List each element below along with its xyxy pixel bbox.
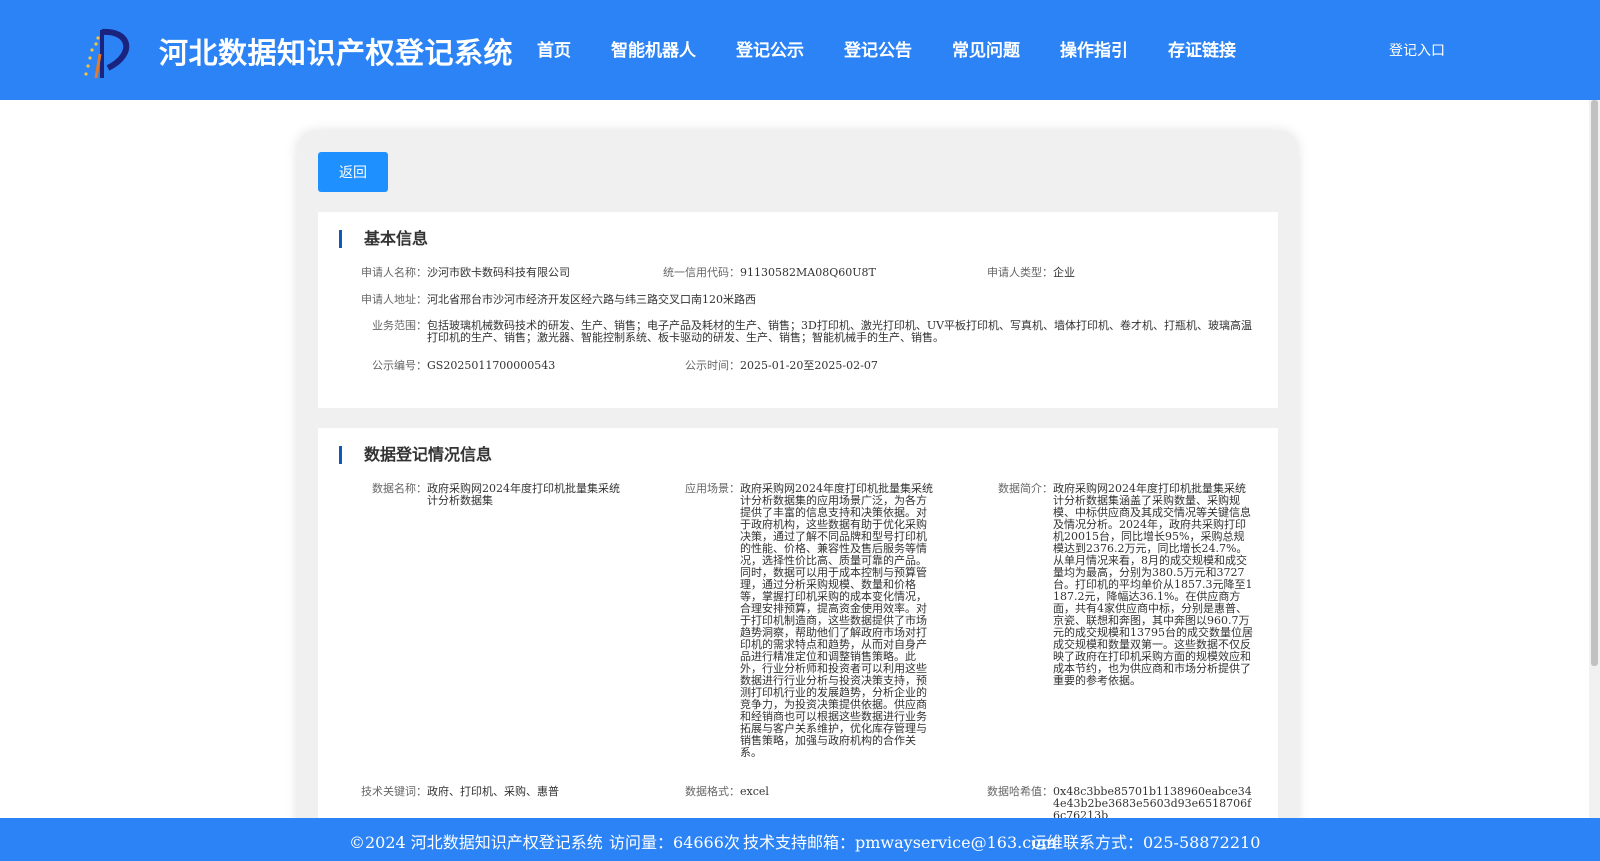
footer-support-email: 技术支持邮箱：pmwayservice@163.com [743,833,1056,852]
field-value: 2025-01-20至2025-02-07 [740,359,878,372]
field-value: 沙河市欧卡数码科技有限公司 [427,266,570,279]
field-label: 数据哈希值： [987,785,1053,798]
field-label: 数据名称： [372,482,427,495]
main-nav: 首页 智能机器人 登记公示 登记公告 常见问题 操作指引 存证链接 [537,36,1276,61]
footer-visits: 访问量：64666次 [609,833,740,852]
field-label: 申请人地址： [361,293,427,306]
nav-announcement[interactable]: 登记公告 [844,36,912,61]
basic-info-title: 基本信息 [339,230,428,248]
footer-copyright: ©2024 河北数据知识产权登记系统 [349,833,603,852]
nav-guide[interactable]: 操作指引 [1060,36,1128,61]
field-value: excel [740,785,769,798]
field-value: 企业 [1053,266,1075,279]
field-label: 申请人名称： [361,266,427,279]
logo-icon [84,28,130,79]
nav-evidence-link[interactable]: 存证链接 [1168,36,1236,61]
data-info-title: 数据登记情况信息 [339,446,492,464]
site-title: 河北数据知识产权登记系统 [159,36,514,70]
field-label: 数据简介： [998,482,1053,495]
back-button[interactable]: 返回 [318,152,388,192]
field-label: 业务范围： [372,319,427,332]
nav-publicity[interactable]: 登记公示 [736,36,804,61]
field-value: 91130582MA08Q60U8T [740,266,876,279]
field-value: 政府、打印机、采购、惠普 [427,785,559,798]
field-label: 技术关键词： [361,785,427,798]
field-value: 河北省邢台市沙河市经济开发区经六路与纬三路交叉口南120米路西 [427,293,756,306]
page-scrollbar[interactable] [1589,100,1600,818]
field-value: 政府采购网2024年度打印机批量集采统计分析数据集涵盖了采购数量、采购规模、中标… [1053,482,1253,687]
field-value: 政府采购网2024年度打印机批量集采统计分析数据集的应用场景广泛，为各方提供了丰… [740,482,933,759]
scrollbar-thumb[interactable] [1591,100,1598,666]
footer-ops-contact: 运维联系方式：025-58872210 [1031,833,1261,852]
field-label: 公示时间： [685,359,740,372]
field-value: 政府采购网2024年度打印机批量集采统计分析数据集 [427,482,620,507]
login-link[interactable]: 登记入口 [1389,40,1445,60]
field-value: 0x48c3bbe85701b1138960eabce344e43b2be368… [1053,785,1252,822]
field-value: GS2025011700000543 [427,359,556,372]
nav-robot[interactable]: 智能机器人 [611,36,696,61]
nav-faq[interactable]: 常见问题 [952,36,1020,61]
field-label: 公示编号： [372,359,427,372]
data-info-card: 数据登记情况信息 数据名称： 政府采购网2024年度打印机批量集采统计分析数据集… [318,428,1278,851]
page-footer: ©2024 河北数据知识产权登记系统 访问量：64666次 技术支持邮箱：pmw… [0,818,1600,861]
detail-panel: 返回 基本信息 申请人名称： 沙河市欧卡数码科技有限公司 统一信用代码： 911… [297,131,1298,851]
field-label: 数据格式： [685,785,740,798]
field-label: 申请人类型： [987,266,1053,279]
field-label: 统一信用代码： [663,266,740,279]
field-value: 包括玻璃机械数码技术的研发、生产、销售；电子产品及耗材的生产、销售；3D打印机、… [427,319,1253,344]
basic-info-card: 基本信息 申请人名称： 沙河市欧卡数码科技有限公司 统一信用代码： 911305… [318,212,1278,408]
field-label: 应用场景： [685,482,740,495]
nav-home[interactable]: 首页 [537,36,571,61]
top-header: 河北数据知识产权登记系统 首页 智能机器人 登记公示 登记公告 常见问题 操作指… [0,0,1600,100]
